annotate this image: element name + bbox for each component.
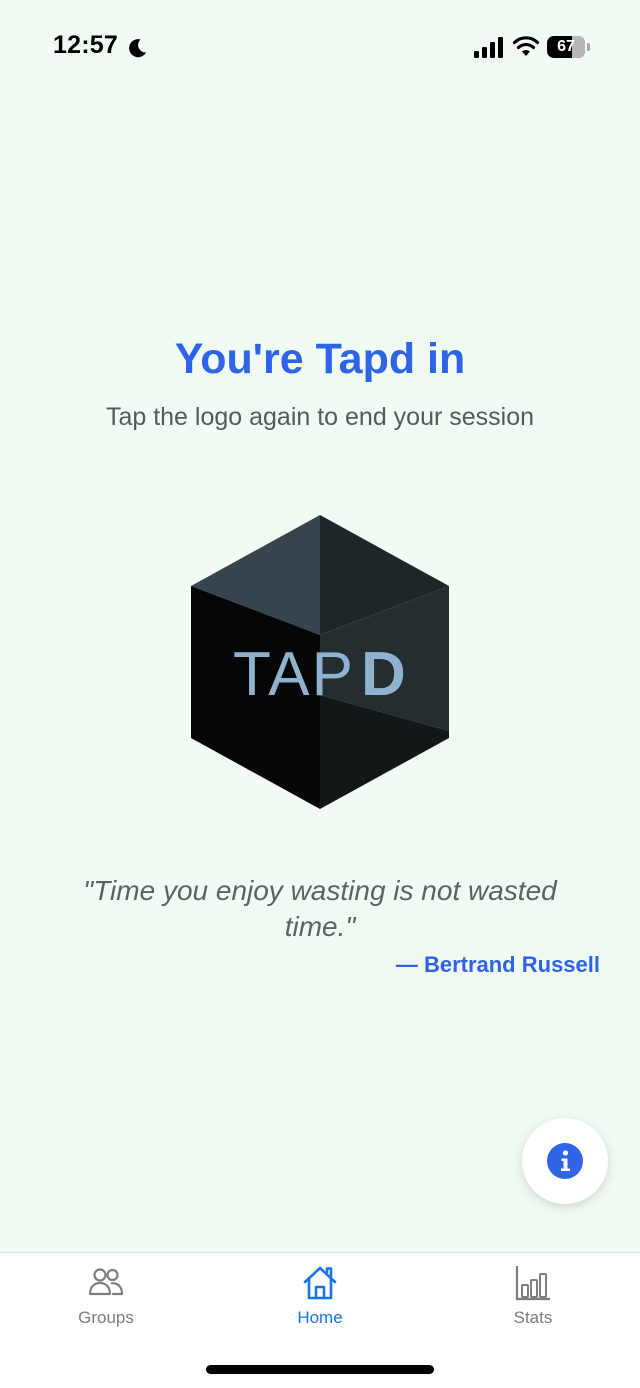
quote-text: "Time you enjoy wasting is not wasted ti…: [83, 875, 557, 942]
tab-groups[interactable]: Groups: [41, 1253, 171, 1343]
tab-home[interactable]: Home: [255, 1253, 385, 1343]
battery-level-text: 67: [557, 38, 575, 55]
tab-label-home: Home: [297, 1308, 343, 1327]
tab-stats[interactable]: Stats: [468, 1253, 598, 1343]
status-bar: 12:57 67: [0, 0, 640, 95]
battery-indicator: 67: [547, 36, 591, 58]
logo-text-light: TAP: [233, 640, 355, 709]
cellular-signal-icon: [474, 37, 503, 58]
moon-icon: [129, 39, 146, 58]
page-title: You're Tapd in: [174, 335, 466, 383]
info-button[interactable]: [522, 1118, 608, 1204]
battery-body: 67: [547, 36, 585, 58]
info-icon: [547, 1143, 583, 1179]
groups-icon: [88, 1268, 124, 1296]
logo-text-bold: D: [361, 640, 406, 709]
home-icon: [303, 1266, 337, 1300]
stats-icon: [515, 1266, 550, 1301]
status-time: 12:57: [53, 31, 118, 59]
wifi-icon: [512, 36, 540, 56]
battery-tip: [587, 43, 590, 51]
tab-label-stats: Stats: [513, 1308, 553, 1327]
page-subtitle: Tap the logo again to end your session: [105, 403, 535, 431]
home-indicator[interactable]: [206, 1365, 434, 1374]
tab-label-groups: Groups: [78, 1308, 134, 1327]
tapd-logo-button[interactable]: TAP D: [191, 515, 449, 809]
quote-author: — Bertrand Russell: [395, 952, 600, 977]
